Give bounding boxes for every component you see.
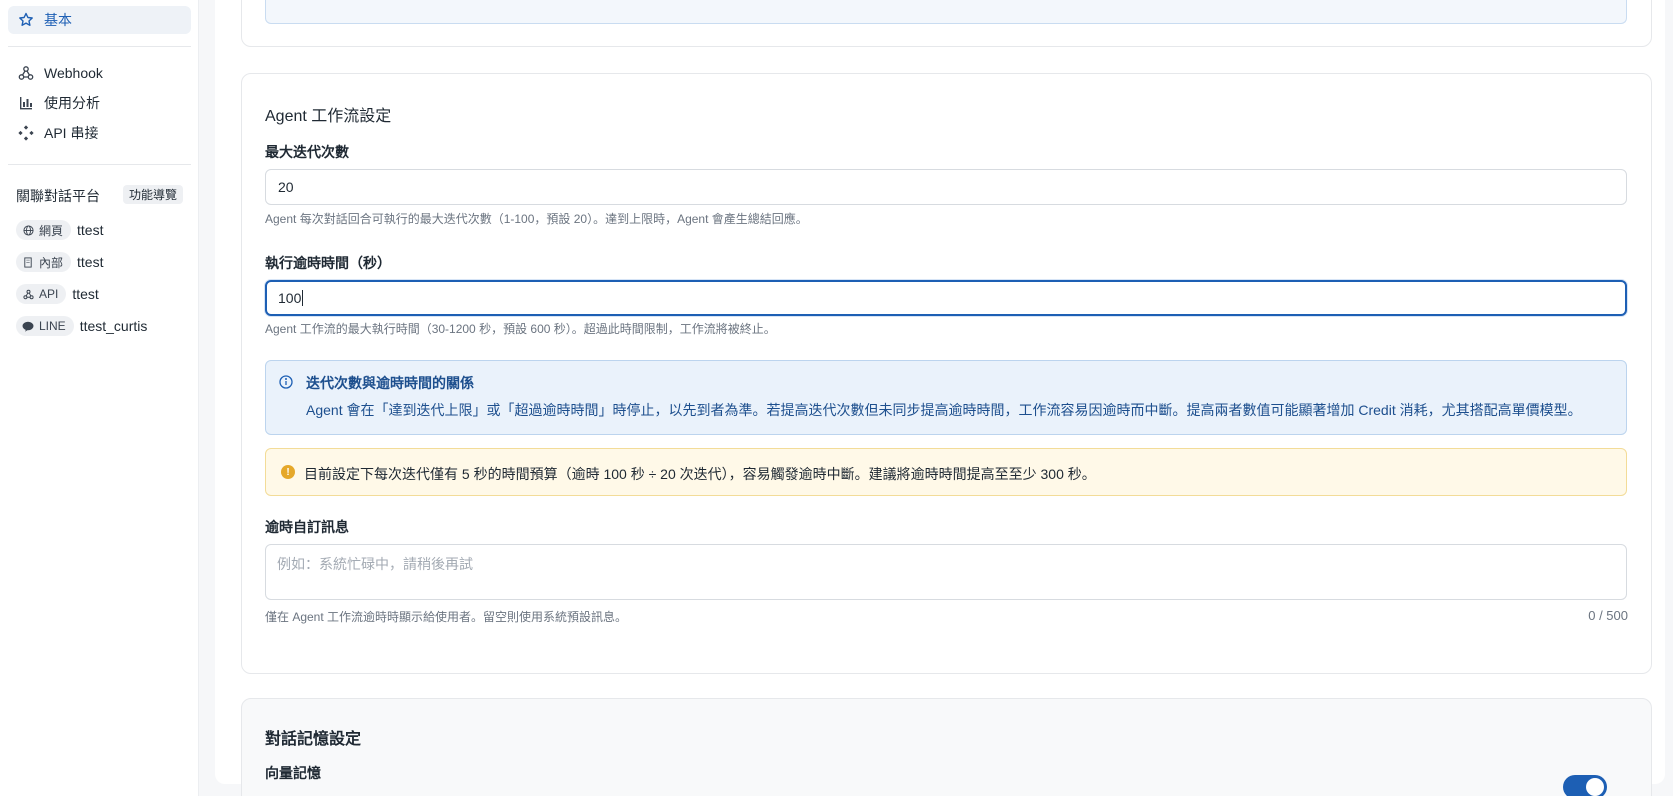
previous-settings-card — [241, 0, 1652, 47]
platform-name: ttest — [77, 254, 104, 270]
bar-chart-icon — [17, 94, 35, 112]
platform-name: ttest — [77, 222, 104, 238]
platform-tag: LINE — [16, 316, 74, 336]
sidebar-item-label: 基本 — [44, 12, 72, 28]
webhook-icon — [17, 64, 35, 82]
main-content: Agent 工作流設定 最大迭代次數 20 Agent 每次對話回合可執行的最大… — [215, 0, 1665, 796]
timeout-help: Agent 工作流的最大執行時間（30-1200 秒，預設 600 秒）。超過此… — [265, 322, 776, 336]
platform-item-line[interactable]: LINE ttest_curtis — [16, 315, 147, 337]
api-icon — [17, 124, 35, 142]
sidebar: 基本 Webhook 使用分析 API 串接 關聯對話平台 功能導覽 網頁 tt… — [0, 0, 199, 796]
agent-workflow-card: Agent 工作流設定 最大迭代次數 20 Agent 每次對話回合可執行的最大… — [241, 73, 1652, 674]
warning-icon: ! — [281, 465, 295, 479]
sidebar-item-api[interactable]: API 串接 — [8, 119, 191, 147]
timeout-input[interactable]: 100 — [265, 280, 1627, 316]
warning-text: 目前設定下每次迭代僅有 5 秒的時間預算（逾時 100 秒 ÷ 20 次迭代），… — [304, 466, 1096, 482]
max-iterations-label: 最大迭代次數 — [265, 144, 349, 160]
vector-memory-label: 向量記憶 — [265, 765, 321, 781]
platform-item-api[interactable]: API ttest — [16, 283, 99, 305]
max-iterations-value: 20 — [278, 179, 294, 195]
timeout-message-help: 僅在 Agent 工作流逾時時顯示給使用者。留空則使用系統預設訊息。 — [265, 610, 628, 624]
sidebar-item-webhook[interactable]: Webhook — [8, 59, 191, 87]
platform-tag-label: LINE — [39, 319, 66, 333]
text-caret — [302, 290, 304, 306]
info-callout: 迭代次數與逾時時間的關係 Agent 會在「達到迭代上限」或「超過逾時時間」時停… — [265, 360, 1627, 435]
timeout-message-label: 逾時自訂訊息 — [265, 519, 349, 535]
timeout-label: 執行逾時時間（秒） — [265, 255, 391, 271]
sidebar-item-label: API 串接 — [44, 125, 99, 141]
info-body: Agent 會在「達到迭代上限」或「超過逾時時間」時停止，以先到者為準。若提高迭… — [306, 402, 1582, 418]
divider — [8, 164, 191, 165]
section-title: 對話記憶設定 — [265, 731, 362, 748]
character-counter: 0 / 500 — [1588, 608, 1628, 623]
warning-callout: ! 目前設定下每次迭代僅有 5 秒的時間預算（逾時 100 秒 ÷ 20 次迭代… — [265, 448, 1627, 496]
info-title: 迭代次數與逾時時間的關係 — [306, 375, 474, 391]
building-icon — [22, 256, 34, 268]
sidebar-item-label: 使用分析 — [44, 95, 100, 111]
platform-tag: 網頁 — [16, 220, 72, 240]
platform-item-web[interactable]: 網頁 ttest — [16, 219, 103, 241]
sidebar-item-label: Webhook — [44, 65, 103, 81]
platform-tag-label: 網頁 — [39, 223, 64, 238]
platform-tag: 內部 — [16, 252, 72, 272]
toggle-knob — [1586, 778, 1604, 796]
timeout-value: 100 — [278, 290, 302, 306]
webhook-icon — [22, 288, 34, 300]
sidebar-item-usage-analytics[interactable]: 使用分析 — [8, 89, 191, 117]
platform-tag: API — [16, 284, 67, 304]
sidebar-item-basic[interactable]: 基本 — [8, 6, 191, 34]
star-icon — [17, 11, 35, 29]
timeout-message-textarea[interactable]: 例如：系統忙碌中，請稍後再試 — [265, 544, 1627, 600]
divider — [8, 46, 191, 47]
platform-name: ttest_curtis — [79, 318, 148, 334]
feature-guide-button[interactable]: 功能導覽 — [123, 185, 184, 204]
section-title: Agent 工作流設定 — [265, 108, 392, 125]
max-iterations-help: Agent 每次對話回合可執行的最大迭代次數（1-100，預設 20）。達到上限… — [265, 212, 808, 226]
platform-item-internal[interactable]: 內部 ttest — [16, 251, 103, 273]
vector-memory-toggle[interactable] — [1563, 775, 1607, 796]
info-icon — [279, 375, 293, 389]
chat-bubble-icon — [22, 320, 34, 332]
timeout-message-placeholder: 例如：系統忙碌中，請稍後再試 — [277, 556, 473, 572]
conversation-memory-card: 對話記憶設定 向量記憶 — [241, 698, 1652, 796]
globe-icon — [22, 224, 34, 236]
platform-name: ttest — [72, 286, 99, 302]
platform-tag-label: API — [39, 287, 59, 301]
platform-tag-label: 內部 — [39, 255, 64, 270]
max-iterations-input[interactable]: 20 — [265, 169, 1627, 205]
linked-platforms-title: 關聯對話平台 — [16, 188, 100, 204]
info-strip — [265, 0, 1627, 24]
